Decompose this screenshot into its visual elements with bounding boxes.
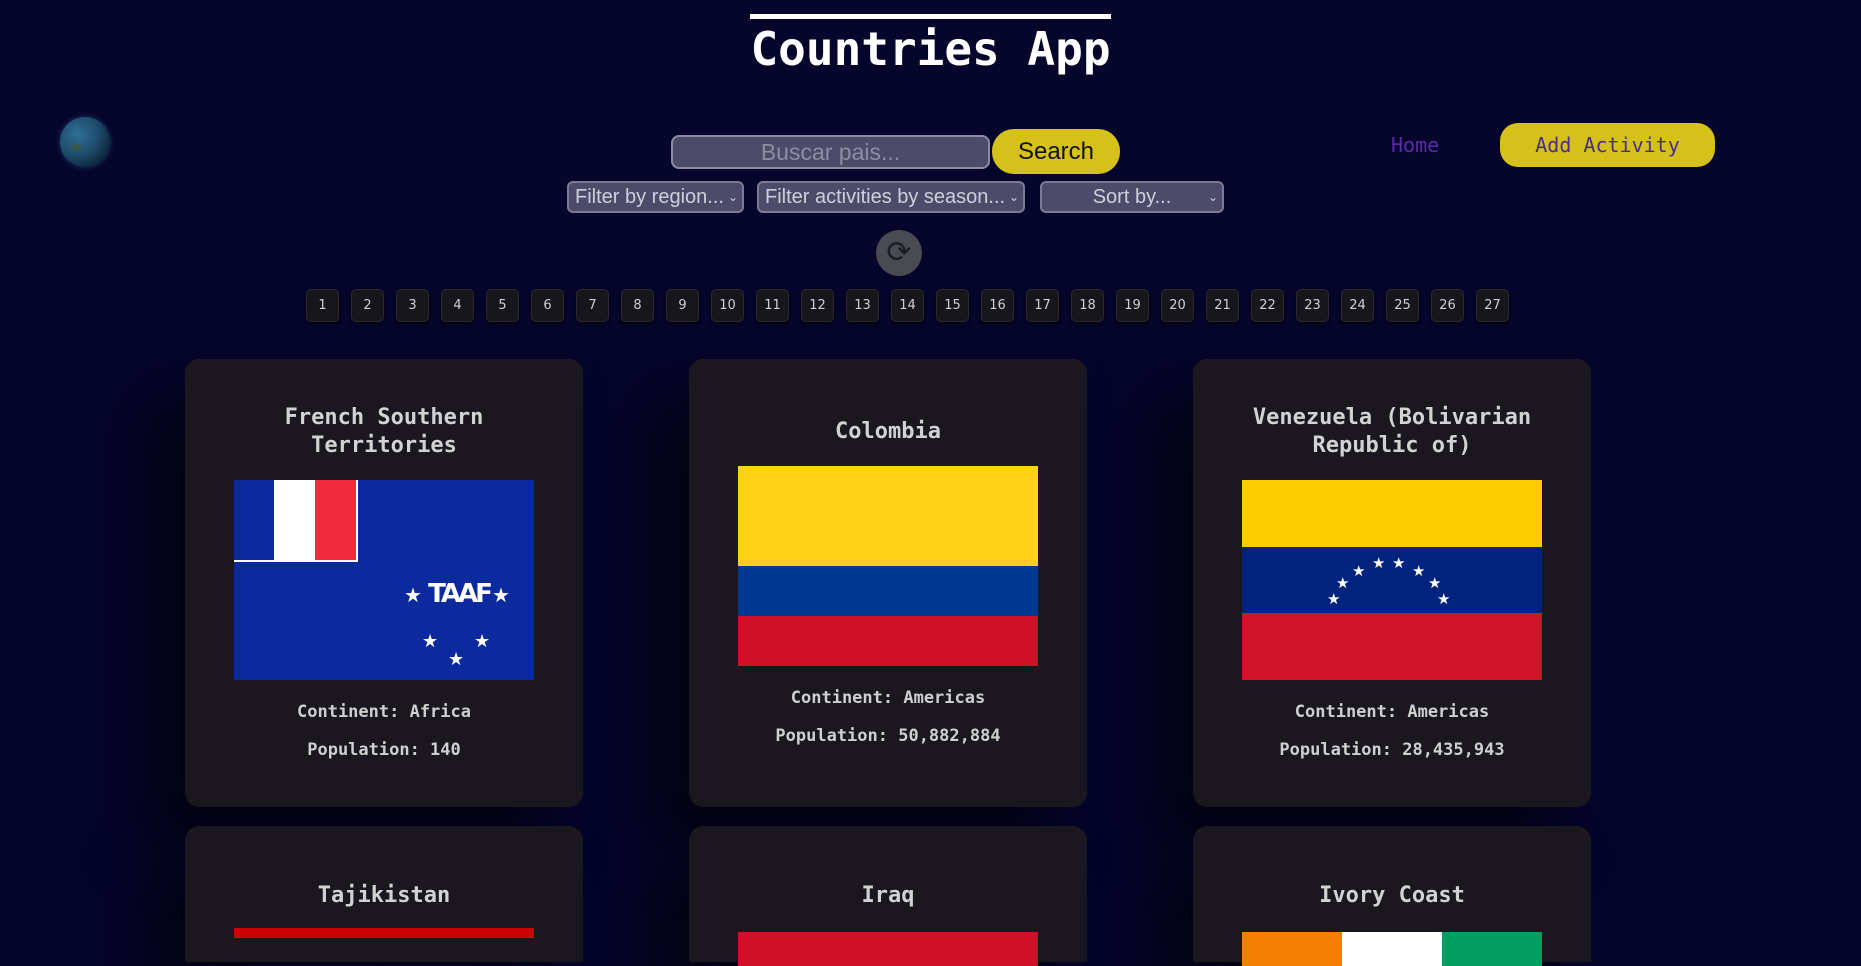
country-name: Tajikistan: [317, 883, 451, 908]
country-flag: [738, 932, 1038, 966]
country-name: French Southern Territories: [284, 405, 484, 458]
country-flag: [1242, 932, 1542, 966]
country-name: Colombia: [835, 419, 941, 444]
page-button[interactable]: 11: [756, 289, 789, 322]
page-button[interactable]: 19: [1116, 289, 1149, 322]
country-card[interactable]: Tajikistan: [185, 826, 583, 962]
country-population: Population: 50,882,884: [775, 726, 1001, 746]
country-population: Population: 140: [307, 740, 461, 760]
reload-icon: ⟳: [886, 235, 912, 270]
reload-button[interactable]: ⟳: [876, 230, 922, 276]
page-button[interactable]: 21: [1206, 289, 1239, 322]
country-continent: Continent: Americas: [1294, 702, 1490, 722]
page-button[interactable]: 3: [396, 289, 429, 322]
country-name: Iraq: [861, 883, 915, 908]
page-button[interactable]: 26: [1431, 289, 1464, 322]
country-card[interactable]: Venezuela (Bolivarian Republic of) ★ ★ ★…: [1193, 359, 1591, 807]
country-name: Venezuela (Bolivarian Republic of): [1252, 405, 1532, 458]
chevron-down-icon: ⌄: [1008, 190, 1019, 204]
page-title: Countries App: [750, 14, 1111, 75]
page-button[interactable]: 25: [1386, 289, 1419, 322]
search-input[interactable]: [671, 135, 990, 169]
pagination: 1 2 3 4 5 6 7 8 9 10 11 12 13 14 15 16 17 18 19 20 21 22 23 24 2…: [306, 289, 1521, 322]
page-button[interactable]: 17: [1026, 289, 1059, 322]
globe-icon[interactable]: [60, 117, 110, 167]
page-button[interactable]: 20: [1161, 289, 1194, 322]
country-card[interactable]: Colombia Continent: Americas Population:…: [689, 359, 1087, 807]
page-button[interactable]: 24: [1341, 289, 1374, 322]
country-population: Population: 28,435,943: [1279, 740, 1505, 760]
chevron-down-icon: ⌄: [727, 190, 738, 204]
page-button[interactable]: 18: [1071, 289, 1104, 322]
region-filter-select[interactable]: Filter by region... ⌄: [567, 181, 744, 213]
country-flag: [234, 928, 534, 938]
page-button[interactable]: 6: [531, 289, 564, 322]
page-button[interactable]: 8: [621, 289, 654, 322]
page-button[interactable]: 23: [1296, 289, 1329, 322]
country-card[interactable]: Ivory Coast: [1193, 826, 1591, 966]
chevron-down-icon: ⌄: [1207, 190, 1218, 204]
page-button[interactable]: 16: [981, 289, 1014, 322]
country-name: Ivory Coast: [1319, 883, 1465, 908]
home-link[interactable]: Home: [1391, 133, 1439, 157]
page-button[interactable]: 9: [666, 289, 699, 322]
country-card[interactable]: French Southern Territories ★ ★ TAAF ★ ★…: [185, 359, 583, 807]
country-flag: ★ ★ TAAF ★ ★ ★: [234, 480, 534, 680]
header: Countries App: [0, 14, 1861, 75]
search-button[interactable]: Search: [992, 129, 1120, 174]
add-activity-button[interactable]: Add Activity: [1500, 123, 1715, 167]
season-filter-value: Filter activities by season...: [765, 186, 1006, 208]
page-button[interactable]: 2: [351, 289, 384, 322]
page-button[interactable]: 22: [1251, 289, 1284, 322]
page-button[interactable]: 5: [486, 289, 519, 322]
page-button[interactable]: 14: [891, 289, 924, 322]
sort-value: Sort by...: [1092, 186, 1172, 208]
page-button[interactable]: 12: [801, 289, 834, 322]
country-continent: Continent: Africa: [297, 702, 471, 722]
page-button[interactable]: 7: [576, 289, 609, 322]
page-button[interactable]: 13: [846, 289, 879, 322]
page-button[interactable]: 10: [711, 289, 744, 322]
country-card[interactable]: Iraq: [689, 826, 1087, 966]
page-button[interactable]: 15: [936, 289, 969, 322]
region-filter-value: Filter by region...: [575, 186, 724, 208]
page-button[interactable]: 27: [1476, 289, 1509, 322]
country-continent: Continent: Americas: [790, 688, 986, 708]
season-filter-select[interactable]: Filter activities by season... ⌄: [757, 181, 1025, 213]
sort-select[interactable]: Sort by... ⌄: [1040, 181, 1224, 213]
country-flag: ★ ★ ★ ★ ★ ★ ★ ★: [1242, 480, 1542, 680]
country-flag: [738, 466, 1038, 666]
page-button[interactable]: 4: [441, 289, 474, 322]
page-button[interactable]: 1: [306, 289, 339, 322]
